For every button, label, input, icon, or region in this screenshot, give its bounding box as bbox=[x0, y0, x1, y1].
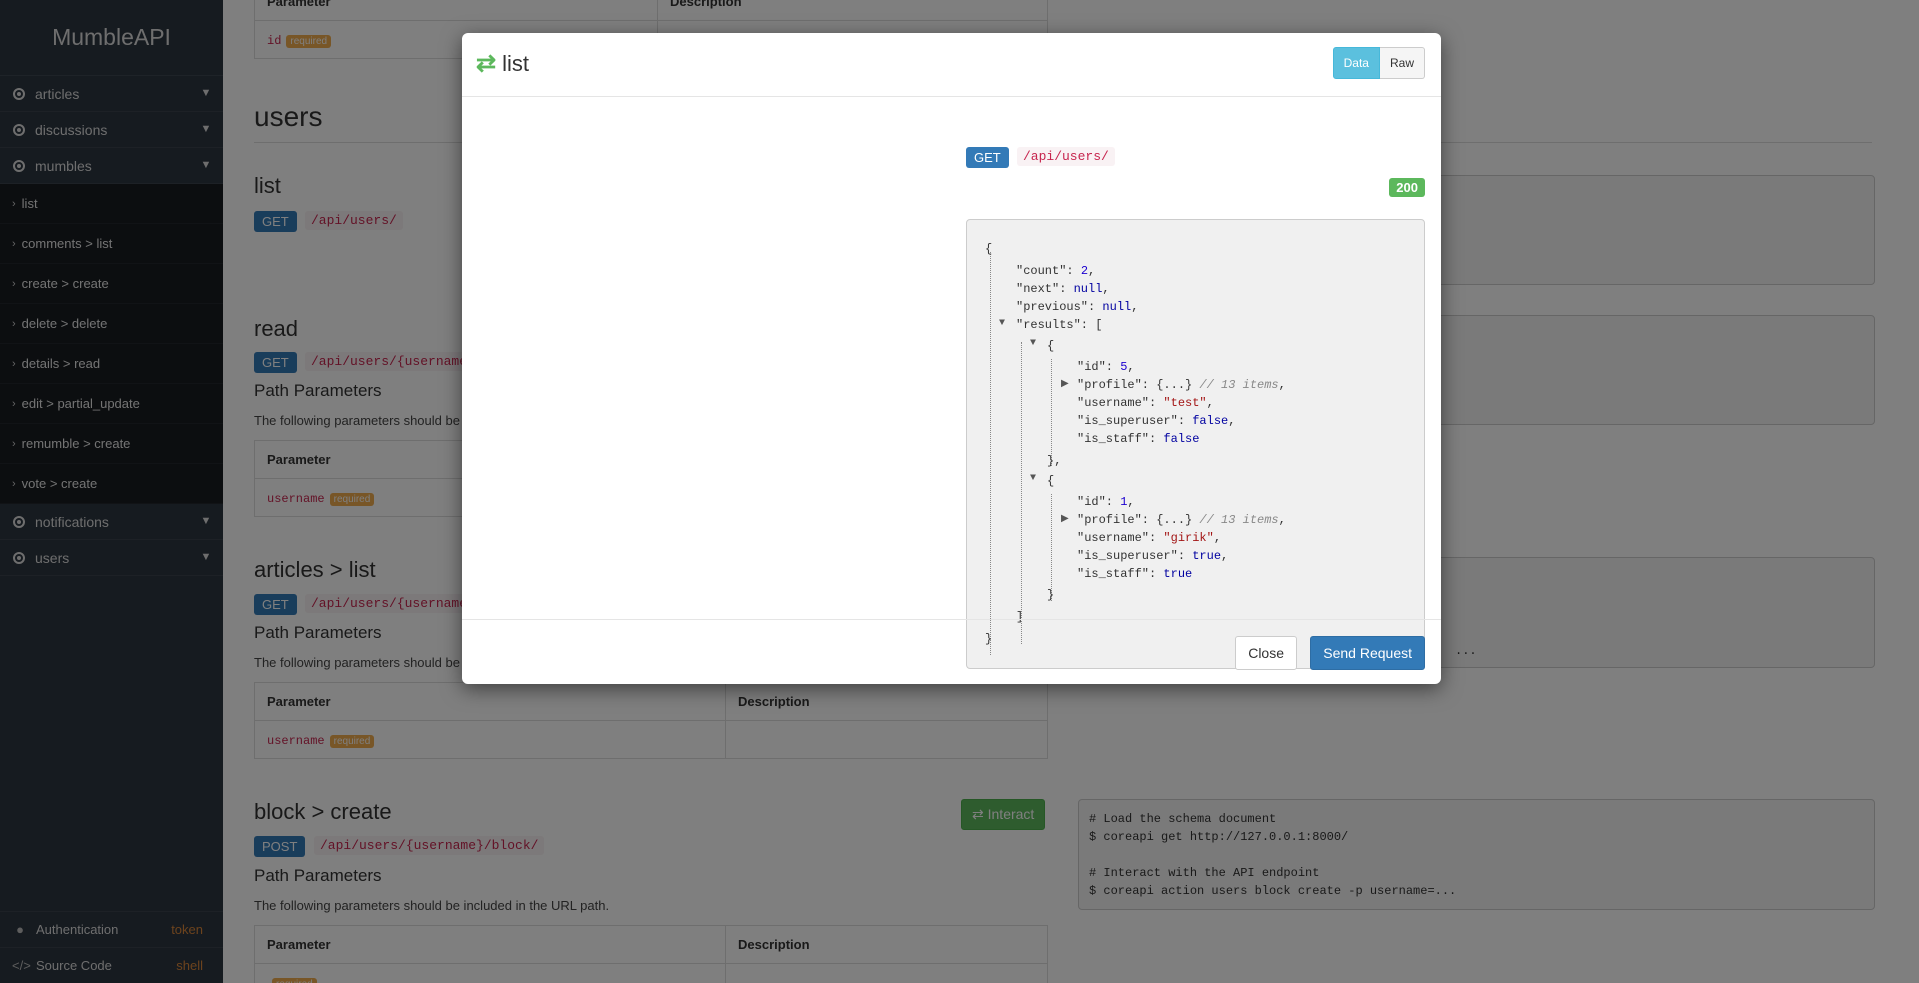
method-badge: GET bbox=[966, 147, 1009, 168]
json-brace: }, bbox=[1047, 454, 1062, 468]
json-line: "username": "test", bbox=[1077, 396, 1214, 410]
modal-title-text: list bbox=[502, 50, 529, 76]
json-line: "results": [ bbox=[1016, 318, 1103, 332]
send-request-button[interactable]: Send Request bbox=[1310, 636, 1425, 670]
json-line: "is_superuser": false, bbox=[1077, 414, 1236, 428]
request-modal: ⇄ list Data Raw GET /api/users/ 200 { "co… bbox=[462, 33, 1441, 684]
modal-footer: Close Send Request bbox=[462, 619, 1441, 684]
json-value: null bbox=[1073, 282, 1103, 296]
json-line: "username": "girik", bbox=[1077, 531, 1222, 545]
json-response: { "count": 2, "next": null, "previous": … bbox=[966, 219, 1425, 669]
json-line: "is_staff": false bbox=[1077, 432, 1200, 446]
json-value: true bbox=[1192, 549, 1222, 563]
close-button[interactable]: Close bbox=[1235, 636, 1297, 670]
toggle-raw-button[interactable]: Raw bbox=[1379, 47, 1425, 79]
collapse-triangle-icon[interactable]: ▼ bbox=[1030, 338, 1036, 349]
json-line: "previous": null, bbox=[1016, 300, 1139, 314]
json-brace: { bbox=[1047, 474, 1055, 488]
json-value: 1 bbox=[1120, 495, 1128, 509]
json-value: false bbox=[1163, 432, 1200, 446]
json-line: "profile": {...} // 13 items, bbox=[1077, 513, 1286, 527]
status-badge: 200 bbox=[1389, 178, 1425, 197]
modal-title: ⇄ list bbox=[476, 49, 529, 78]
collapse-triangle-icon[interactable]: ▼ bbox=[999, 318, 1005, 329]
json-brace: { bbox=[985, 242, 993, 256]
toggle-data-button[interactable]: Data bbox=[1332, 47, 1380, 79]
json-line: "id": 1, bbox=[1077, 495, 1135, 509]
json-line: "profile": {...} // 13 items, bbox=[1077, 378, 1286, 392]
json-comment: // 13 items bbox=[1199, 378, 1279, 392]
endpoint-path: /api/users/ bbox=[1017, 147, 1115, 166]
json-value: "girik" bbox=[1163, 531, 1214, 545]
modal-header: ⇄ list Data Raw bbox=[462, 33, 1441, 97]
json-value: null bbox=[1102, 300, 1132, 314]
json-line: "next": null, bbox=[1016, 282, 1110, 296]
json-line: "count": 2, bbox=[1016, 264, 1096, 278]
json-brace: { bbox=[1047, 339, 1055, 353]
json-value: "test" bbox=[1163, 396, 1207, 410]
view-toggle: Data Raw bbox=[1332, 47, 1425, 79]
json-line: "is_superuser": true, bbox=[1077, 549, 1229, 563]
json-value: true bbox=[1163, 567, 1193, 581]
json-brace: } bbox=[1047, 588, 1055, 602]
json-value: false bbox=[1192, 414, 1229, 428]
expand-triangle-icon[interactable]: ▶ bbox=[1061, 513, 1069, 525]
collapse-triangle-icon[interactable]: ▼ bbox=[1030, 473, 1036, 484]
json-value: 2 bbox=[1080, 264, 1089, 278]
json-line: "id": 5, bbox=[1077, 360, 1135, 374]
json-value: 5 bbox=[1120, 360, 1128, 374]
modal-body: GET /api/users/ 200 { "count": 2, "next"… bbox=[462, 98, 1441, 669]
expand-triangle-icon[interactable]: ▶ bbox=[1061, 378, 1069, 390]
swap-icon: ⇄ bbox=[476, 50, 497, 77]
json-line: "is_staff": true bbox=[1077, 567, 1193, 581]
json-comment: // 13 items bbox=[1199, 513, 1279, 527]
